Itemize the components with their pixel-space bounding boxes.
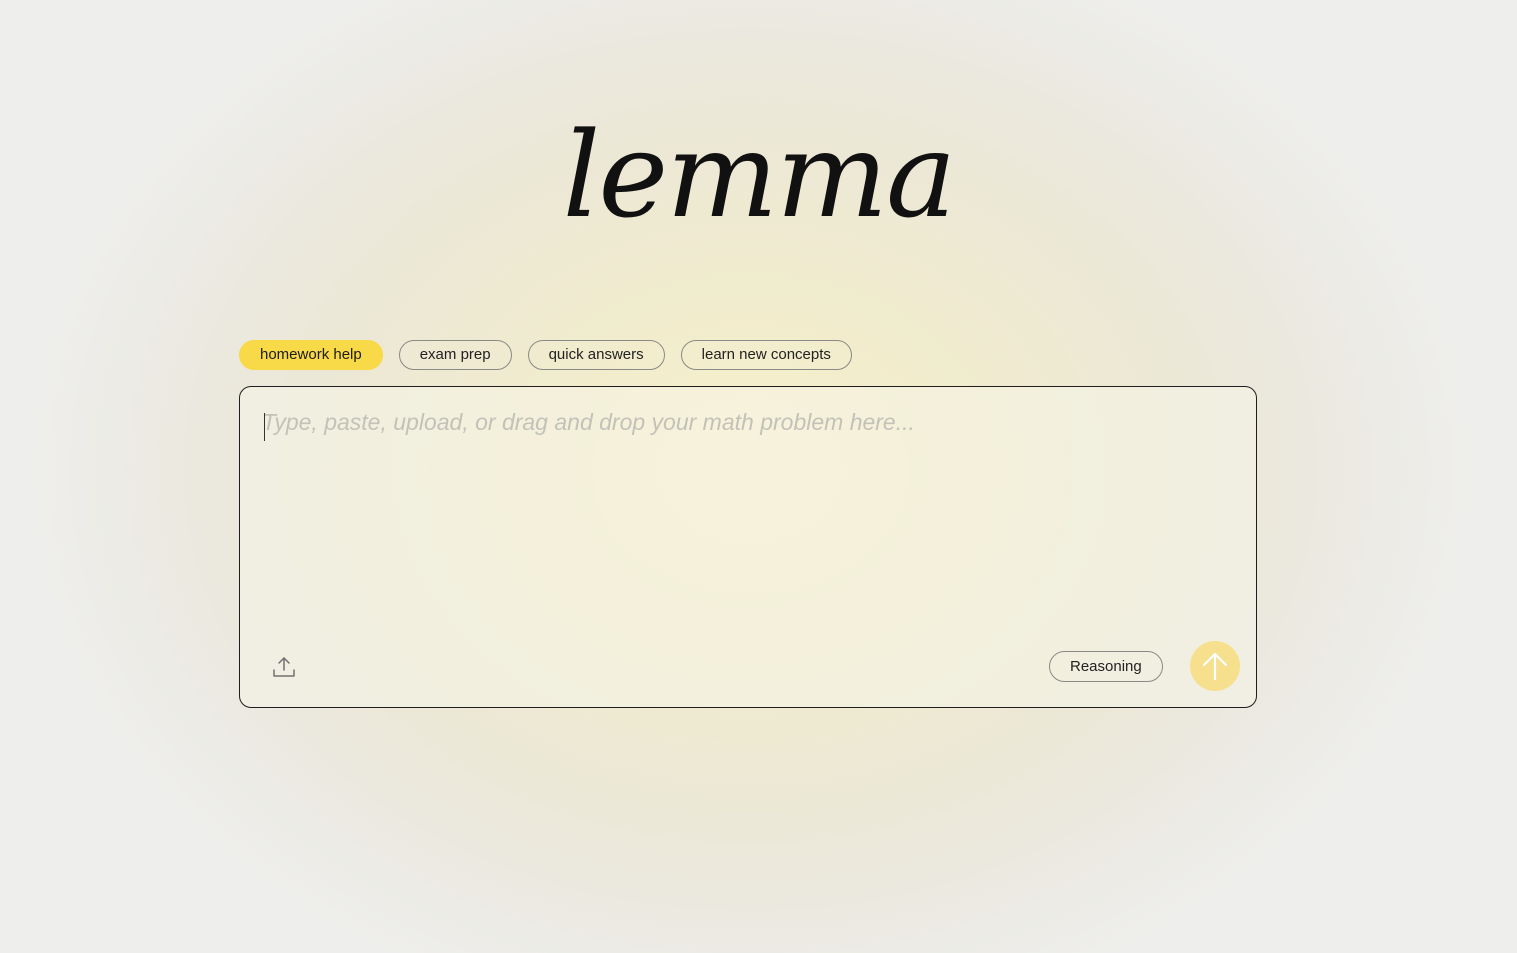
upload-icon [273,657,295,677]
arrow-up-icon [1202,652,1228,681]
mode-chip-homework-help[interactable]: homework help [239,340,383,370]
problem-composer: Reasoning [239,386,1257,708]
problem-input[interactable] [262,409,1232,609]
mode-chip-exam-prep[interactable]: exam prep [398,340,512,370]
text-caret [264,413,265,441]
upload-button[interactable] [268,651,300,683]
mode-chip-learn-new-concepts[interactable]: learn new concepts [680,340,852,370]
send-button[interactable] [1190,641,1240,691]
reasoning-toggle[interactable]: Reasoning [1049,651,1163,682]
app-logo: lemma [562,106,957,244]
mode-chip-quick-answers[interactable]: quick answers [527,340,665,370]
mode-chips: homework help exam prep quick answers le… [239,340,852,370]
